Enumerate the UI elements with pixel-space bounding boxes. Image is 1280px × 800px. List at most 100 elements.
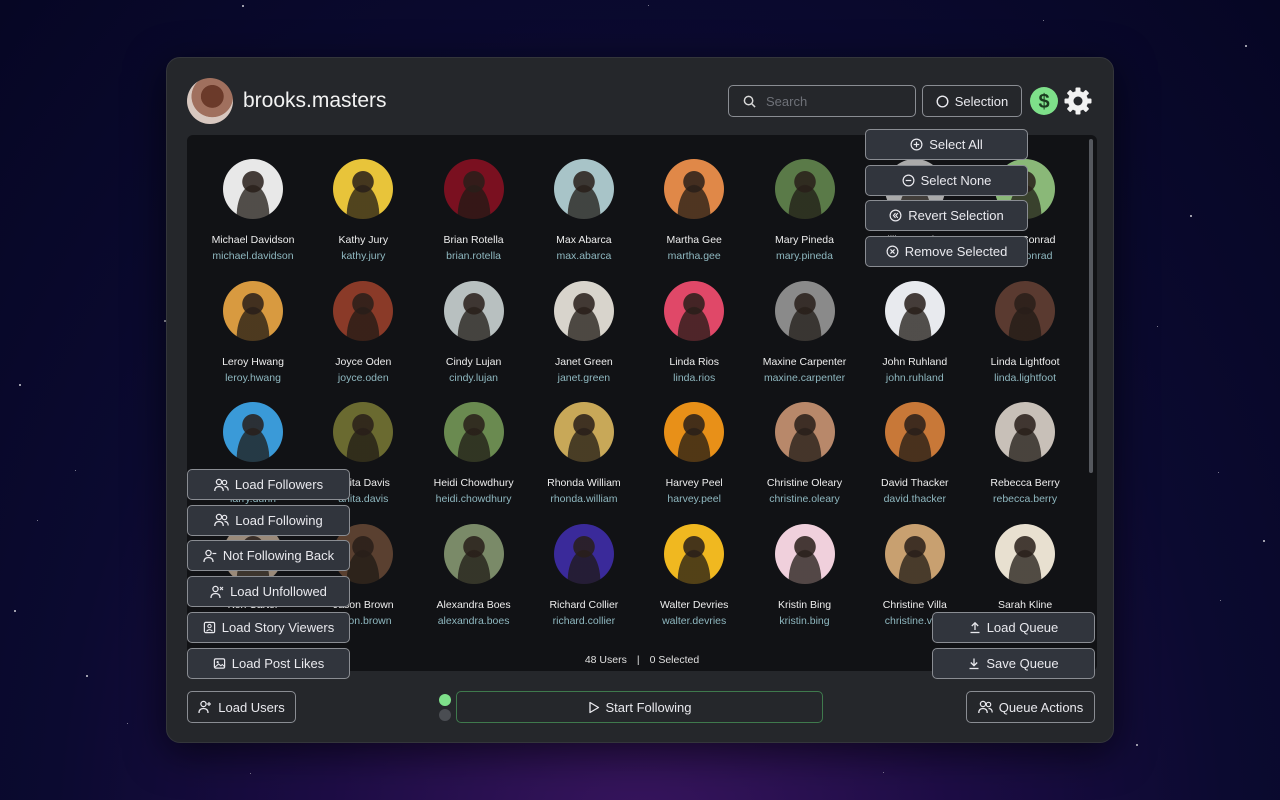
user-card[interactable]: Alexandra Boes alexandra.boes: [419, 523, 529, 627]
user-handle: harvey.peel: [667, 493, 721, 505]
menu-item-label: Revert Selection: [908, 208, 1004, 224]
gear-icon[interactable]: [1063, 86, 1093, 116]
user-avatar: [664, 159, 725, 219]
user-handle: rhonda.william: [550, 493, 618, 505]
user-name: Linda Lightfoot: [990, 355, 1060, 368]
menu-item-revert-selection[interactable]: Revert Selection: [865, 200, 1028, 232]
user-card[interactable]: Linda Lightfoot linda.lightfoot: [970, 280, 1080, 384]
status-separator: |: [636, 654, 640, 666]
queue-actions-button[interactable]: Queue Actions: [966, 691, 1095, 723]
user-plus-icon: [198, 700, 212, 714]
user-handle: alexandra.boes: [437, 614, 510, 627]
user-avatar: [223, 280, 283, 341]
user-card[interactable]: Rebecca Berry rebecca.berry: [970, 402, 1080, 505]
user-avatar: [664, 523, 725, 584]
user-card[interactable]: Joyce Oden joyce.oden: [308, 280, 418, 384]
user-avatar: [995, 523, 1056, 584]
menu-item-label: Select None: [920, 172, 992, 188]
user-card[interactable]: David Thacker david.thacker: [860, 402, 970, 505]
selection-button-label: Selection: [954, 93, 1009, 109]
load-users-button[interactable]: Load Users: [187, 691, 296, 723]
user-name: Rebecca Berry: [990, 477, 1060, 489]
users-icon: [214, 513, 230, 527]
user-handle: kristin.bing: [779, 614, 830, 627]
user-handle: janet.green: [557, 371, 611, 384]
load-item-load-unfollowed[interactable]: Load Unfollowed: [187, 576, 350, 608]
queue-actions-label: Queue Actions: [998, 699, 1084, 715]
user-card[interactable]: Martha Gee martha.gee: [639, 159, 749, 262]
user-name: Alexandra Boes: [436, 598, 511, 611]
user-handle: david.thacker: [883, 493, 947, 505]
user-name: Martha Gee: [666, 234, 722, 246]
user-avatar: [884, 523, 945, 584]
user-name: Sarah Kline: [997, 598, 1053, 611]
status-dot-active: [439, 694, 451, 706]
queue-item-label: Load Queue: [986, 620, 1059, 635]
user-handle: martha.gee: [667, 250, 721, 262]
menu-item-label: Select All: [929, 137, 983, 152]
user-card[interactable]: Mary Pineda mary.pineda: [750, 159, 860, 262]
user-card[interactable]: Brian Rotella brian.rotella: [419, 159, 529, 262]
story-icon: [203, 621, 216, 634]
svg-text:$: $: [1038, 91, 1049, 112]
user-avatar: [333, 402, 394, 462]
user-handle: john.ruhland: [885, 371, 944, 384]
user-card[interactable]: Kathy Jury kathy.jury: [308, 159, 418, 262]
user-handle: linda.lightfoot: [994, 371, 1057, 384]
users-count: 48 Users: [584, 654, 627, 666]
start-following-button[interactable]: Start Following: [456, 691, 823, 723]
user-handle: rebecca.berry: [992, 493, 1058, 505]
user-handle: leroy.hwang: [225, 371, 281, 384]
user-name: Brian Rotella: [443, 234, 504, 246]
queue-item-save-queue[interactable]: Save Queue: [932, 647, 1095, 679]
user-name: Christine Villa: [882, 598, 947, 611]
user-card[interactable]: Leroy Hwang leroy.hwang: [198, 280, 308, 384]
user-card[interactable]: John Ruhland john.ruhland: [860, 280, 970, 384]
profile-username: brooks.masters: [243, 89, 387, 112]
scrollbar[interactable]: [1089, 139, 1093, 473]
load-item-load-following[interactable]: Load Following: [187, 504, 350, 536]
load-item-load-post-likes[interactable]: Load Post Likes: [187, 647, 350, 679]
user-card[interactable]: Christine Oleary christine.oleary: [750, 402, 860, 505]
user-avatar: [774, 159, 835, 219]
upload-icon: [969, 621, 981, 634]
user-card[interactable]: Linda Rios linda.rios: [639, 280, 749, 384]
user-avatar: [774, 523, 835, 584]
menu-item-select-all[interactable]: Select All: [865, 129, 1028, 160]
user-card[interactable]: Maxine Carpenter maxine.carpenter: [750, 280, 860, 384]
load-item-load-followers[interactable]: Load Followers: [187, 469, 350, 500]
queue-item-load-queue[interactable]: Load Queue: [932, 612, 1095, 643]
menu-item-remove-selected[interactable]: Remove Selected: [865, 236, 1028, 268]
status-dot-inactive: [439, 709, 451, 721]
user-card[interactable]: Rhonda William rhonda.william: [529, 402, 639, 505]
user-handle: richard.collier: [552, 614, 616, 627]
user-name: Mary Pineda: [775, 234, 834, 246]
load-item-not-following-back[interactable]: Not Following Back: [187, 540, 350, 572]
user-card[interactable]: Janet Green janet.green: [529, 280, 639, 384]
user-name: Leroy Hwang: [222, 355, 284, 368]
download-icon: [968, 657, 980, 670]
user-card[interactable]: Harvey Peel harvey.peel: [639, 402, 749, 505]
user-card[interactable]: Walter Devries walter.devries: [639, 523, 749, 627]
selection-button[interactable]: Selection: [922, 85, 1022, 117]
user-name: Linda Rios: [669, 355, 719, 368]
user-card[interactable]: Cindy Lujan cindy.lujan: [419, 280, 529, 384]
search-input[interactable]: [766, 93, 906, 109]
user-card[interactable]: Kristin Bing kristin.bing: [750, 523, 860, 627]
user-handle: max.abarca: [556, 250, 612, 262]
menu-item-select-none[interactable]: Select None: [865, 164, 1028, 196]
user-name: Michael Davidson: [211, 234, 295, 246]
user-card[interactable]: Richard Collier richard.collier: [529, 523, 639, 627]
app-window: brooks.masters Selection $: [166, 57, 1114, 743]
profile-avatar[interactable]: [187, 78, 233, 124]
user-card[interactable]: Michael Davidson michael.davidson: [198, 159, 308, 262]
user-name: Christine Oleary: [766, 477, 843, 489]
dollar-icon[interactable]: $: [1030, 87, 1058, 115]
user-card[interactable]: Heidi Chowdhury heidi.chowdhury: [419, 402, 529, 505]
user-card[interactable]: Max Abarca max.abarca: [529, 159, 639, 262]
search-box[interactable]: [728, 85, 916, 117]
user-name: Richard Collier: [549, 598, 619, 611]
user-name: Max Abarca: [556, 234, 612, 246]
load-item-load-story-viewers[interactable]: Load Story Viewers: [187, 611, 350, 643]
load-item-label: Load Story Viewers: [221, 619, 335, 635]
